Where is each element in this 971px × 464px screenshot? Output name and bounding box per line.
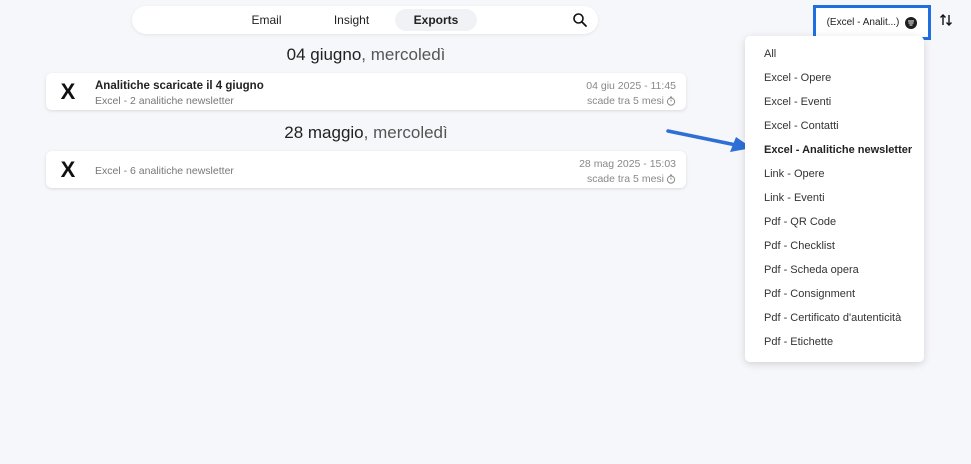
timer-icon bbox=[666, 174, 676, 184]
dropdown-item-pdf-etichette[interactable]: Pdf - Etichette bbox=[764, 334, 833, 350]
dropdown-item-excel-contatti[interactable]: Excel - Contatti bbox=[764, 118, 839, 134]
filter-icon bbox=[905, 16, 918, 29]
dropdown-item-excel-opere[interactable]: Excel - Opere bbox=[764, 70, 831, 86]
date-header-date: 28 maggio bbox=[284, 123, 364, 142]
dropdown-item-excel-eventi[interactable]: Excel - Eventi bbox=[764, 94, 831, 110]
timer-icon bbox=[666, 96, 676, 106]
tabs-bar: Email Insight Exports bbox=[132, 6, 598, 34]
export-subtitle: Excel - 2 analitiche newsletter bbox=[95, 95, 234, 107]
tab-insight[interactable]: Insight bbox=[324, 9, 379, 31]
date-header: 28 maggio, mercoledì bbox=[46, 123, 686, 143]
dropdown-item-pdf-qr-code[interactable]: Pdf - QR Code bbox=[764, 214, 836, 230]
tab-exports[interactable]: Exports bbox=[395, 9, 477, 31]
dropdown-item-pdf-consignment[interactable]: Pdf - Consignment bbox=[764, 286, 855, 302]
dropdown-item-pdf-scheda-opera[interactable]: Pdf - Scheda opera bbox=[764, 262, 859, 278]
export-expiry: scade tra 5 mesi bbox=[587, 173, 676, 185]
expiry-label: scade tra 5 mesi bbox=[586, 95, 664, 107]
export-card[interactable]: X Excel - 6 analitiche newsletter 28 mag… bbox=[46, 151, 686, 188]
export-date: 04 giu 2025 - 11:45 bbox=[586, 80, 676, 92]
pointer-arrow bbox=[666, 129, 752, 152]
export-card[interactable]: X Analitiche scaricate il 4 giugno Excel… bbox=[46, 73, 686, 110]
excel-file-icon: X bbox=[60, 157, 76, 182]
sort-icon[interactable] bbox=[938, 12, 954, 28]
dropdown-item-link-opere[interactable]: Link - Opere bbox=[764, 166, 825, 182]
date-header-date: 04 giugno bbox=[286, 45, 362, 64]
filter-button[interactable]: (Excel - Analit...) bbox=[813, 5, 931, 40]
expiry-label: scade tra 5 mesi bbox=[586, 173, 664, 185]
export-title: Analitiche scaricate il 4 giugno bbox=[95, 80, 264, 92]
search-icon[interactable] bbox=[572, 12, 588, 28]
date-header: 04 giugno, mercoledì bbox=[46, 45, 686, 65]
dropdown-item-all[interactable]: All bbox=[764, 46, 776, 62]
tab-email[interactable]: Email bbox=[244, 9, 289, 31]
date-header-weekday: , mercoledì bbox=[363, 123, 448, 142]
filter-label: (Excel - Analit...) bbox=[826, 17, 900, 28]
dropdown-item-pdf-certificato[interactable]: Pdf - Certificato d'autenticità bbox=[764, 310, 901, 326]
export-date: 28 mag 2025 - 15:03 bbox=[579, 158, 676, 170]
dropdown-item-link-eventi[interactable]: Link - Eventi bbox=[764, 190, 825, 206]
date-header-weekday: , mercoledì bbox=[361, 45, 446, 64]
dropdown-item-excel-analitiche-newsletter[interactable]: Excel - Analitiche newsletter bbox=[764, 142, 912, 158]
dropdown-item-pdf-checklist[interactable]: Pdf - Checklist bbox=[764, 238, 835, 254]
filter-dropdown: All Excel - Opere Excel - Eventi Excel -… bbox=[745, 36, 924, 362]
export-subtitle: Excel - 6 analitiche newsletter bbox=[95, 165, 234, 177]
export-expiry: scade tra 5 mesi bbox=[587, 95, 676, 107]
excel-file-icon: X bbox=[60, 79, 76, 104]
